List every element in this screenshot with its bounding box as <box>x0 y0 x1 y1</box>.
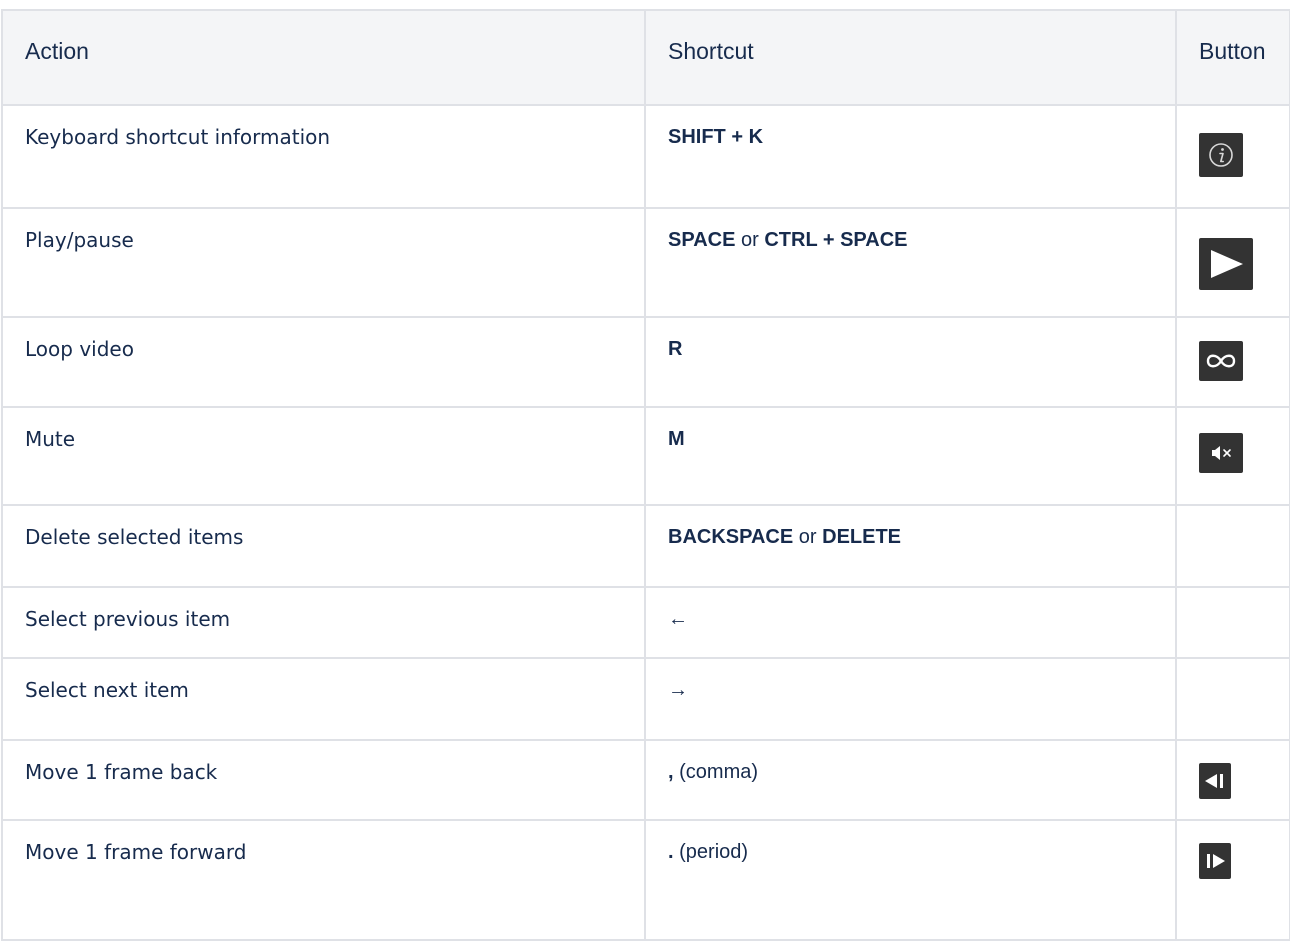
action-cell: Move 1 frame back <box>1 739 646 821</box>
table-row: Select next item → <box>1 657 1290 741</box>
play-icon <box>1211 250 1243 278</box>
shortcut-cell: R <box>644 316 1177 408</box>
table-row: Mute M <box>1 406 1290 506</box>
play-button[interactable] <box>1199 238 1253 290</box>
shortcut-key: → <box>668 679 688 701</box>
loop-icon <box>1206 354 1236 368</box>
shortcut-cell: , (comma) <box>644 739 1177 821</box>
info-button[interactable] <box>1199 133 1243 177</box>
shortcut-cell: ← <box>644 586 1177 659</box>
table-row: Move 1 frame back , (comma) <box>1 739 1290 821</box>
table-row: Delete selected items BACKSPACE or DELET… <box>1 504 1290 588</box>
shortcut-key: R <box>668 338 683 360</box>
shortcut-key: M <box>668 428 685 450</box>
mute-button[interactable] <box>1199 433 1243 473</box>
button-cell <box>1175 504 1290 588</box>
shortcut-separator: or <box>798 526 817 548</box>
action-cell: Keyboard shortcut information <box>1 104 646 209</box>
button-cell <box>1175 657 1290 741</box>
table-row: Loop video R <box>1 316 1290 408</box>
shortcuts-table: Action Shortcut Button Keyboard shortcut… <box>1 9 1290 941</box>
table-row: Select previous item ← <box>1 586 1290 659</box>
button-cell <box>1175 104 1290 209</box>
button-cell <box>1175 739 1290 821</box>
header-button: Button <box>1175 9 1290 106</box>
shortcut-key: CTRL + SPACE <box>764 229 908 251</box>
loop-button[interactable] <box>1199 341 1243 381</box>
shortcut-cell: SHIFT + K <box>644 104 1177 209</box>
mute-icon <box>1212 446 1231 460</box>
table-row: Move 1 frame forward . (period) <box>1 819 1290 941</box>
frame-forward-button[interactable] <box>1199 843 1231 879</box>
frame-forward-icon <box>1207 854 1225 868</box>
info-icon <box>1209 143 1233 167</box>
header-action: Action <box>1 9 646 106</box>
shortcut-key: SHIFT + K <box>668 126 764 148</box>
shortcut-cell: BACKSPACE or DELETE <box>644 504 1177 588</box>
shortcut-key: , <box>668 761 674 783</box>
shortcut-cell: → <box>644 657 1177 741</box>
action-cell: Select next item <box>1 657 646 741</box>
header-shortcut: Shortcut <box>644 9 1177 106</box>
button-cell <box>1175 819 1290 941</box>
button-cell <box>1175 207 1290 318</box>
shortcut-key-note: (period) <box>679 841 749 863</box>
shortcut-separator: or <box>740 229 759 251</box>
shortcut-key: ← <box>668 608 688 630</box>
frame-back-icon <box>1205 774 1223 788</box>
action-cell: Select previous item <box>1 586 646 659</box>
table-header-row: Action Shortcut Button <box>1 9 1290 106</box>
table-row: Play/pause SPACE or CTRL + SPACE <box>1 207 1290 318</box>
action-cell: Delete selected items <box>1 504 646 588</box>
shortcut-cell: M <box>644 406 1177 506</box>
action-cell: Mute <box>1 406 646 506</box>
shortcut-key: . <box>668 841 674 863</box>
shortcut-key: DELETE <box>822 526 902 548</box>
button-cell <box>1175 586 1290 659</box>
button-cell <box>1175 406 1290 506</box>
button-cell <box>1175 316 1290 408</box>
table-row: Keyboard shortcut information SHIFT + K <box>1 104 1290 209</box>
shortcut-key: BACKSPACE <box>668 526 794 548</box>
shortcut-cell: . (period) <box>644 819 1177 941</box>
action-cell: Loop video <box>1 316 646 408</box>
shortcut-cell: SPACE or CTRL + SPACE <box>644 207 1177 318</box>
action-cell: Move 1 frame forward <box>1 819 646 941</box>
shortcut-key: SPACE <box>668 229 736 251</box>
shortcut-key-note: (comma) <box>679 761 759 783</box>
action-cell: Play/pause <box>1 207 646 318</box>
frame-back-button[interactable] <box>1199 763 1231 799</box>
